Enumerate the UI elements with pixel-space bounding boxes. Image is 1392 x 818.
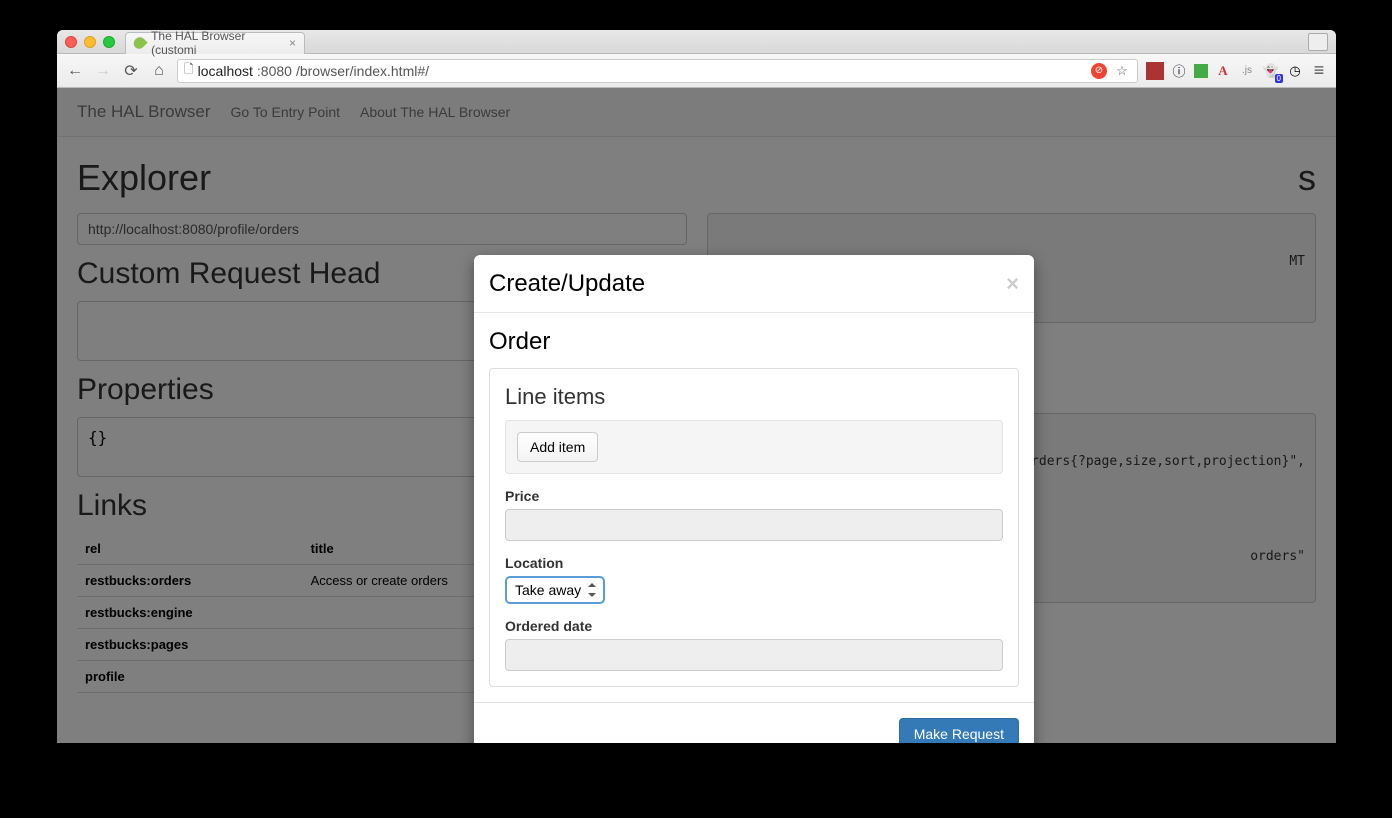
create-update-modal: Create/Update × Order Line items Add ite… (474, 255, 1034, 743)
location-label: Location (505, 555, 1003, 571)
ext-blocker-icon[interactable]: ⊘ (1091, 63, 1107, 79)
modal-subtitle: Order (489, 328, 1019, 356)
browser-window: The HAL Browser (customi × ← → ⟳ ⌂ 🗋 loc… (57, 30, 1336, 743)
add-item-button[interactable]: Add item (517, 432, 598, 462)
favorite-icon[interactable]: ☆ (1113, 62, 1131, 80)
minimize-window-icon[interactable] (84, 36, 96, 48)
ext-4-icon[interactable]: A (1214, 62, 1232, 80)
url-port: :8080 (257, 63, 292, 79)
url-path: /browser/index.html#/ (296, 63, 429, 79)
ext-7-icon[interactable]: ◷ (1286, 62, 1304, 80)
price-input[interactable] (505, 509, 1003, 541)
price-label: Price (505, 488, 1003, 504)
extensions: ⓘ A .js 👻0 ◷ ≡ (1146, 62, 1328, 80)
close-window-icon[interactable] (65, 36, 77, 48)
reload-icon[interactable]: ⟳ (121, 61, 141, 81)
close-tab-icon[interactable]: × (289, 36, 296, 50)
browser-tab[interactable]: The HAL Browser (customi × (125, 32, 305, 54)
location-select[interactable]: Take away (505, 576, 605, 604)
titlebar: The HAL Browser (customi × (57, 30, 1336, 54)
ext-3-icon[interactable] (1194, 64, 1208, 78)
ext-2-icon[interactable]: ⓘ (1170, 62, 1188, 80)
toolbar: ← → ⟳ ⌂ 🗋 localhost:8080/browser/index.h… (57, 54, 1336, 88)
window-controls (65, 36, 115, 48)
forward-icon: → (93, 61, 113, 81)
ordered-date-label: Ordered date (505, 618, 1003, 634)
maximize-window-icon[interactable] (103, 36, 115, 48)
home-icon[interactable]: ⌂ (149, 61, 169, 81)
url-bar[interactable]: 🗋 localhost:8080/browser/index.html#/ ⊘ … (177, 59, 1138, 83)
ext-5-icon[interactable]: .js (1238, 62, 1256, 80)
make-request-button[interactable]: Make Request (899, 718, 1019, 743)
favicon-icon (131, 35, 147, 51)
page-icon: 🗋 (184, 60, 194, 81)
ext-1-icon[interactable] (1146, 62, 1164, 80)
back-icon[interactable]: ← (65, 61, 85, 81)
profile-icon[interactable] (1308, 33, 1328, 51)
form-panel: Line items Add item Price Location Take … (489, 368, 1019, 687)
ext-6-icon[interactable]: 👻0 (1262, 62, 1280, 80)
ordered-date-input[interactable] (505, 639, 1003, 671)
modal-title: Create/Update (489, 270, 645, 298)
url-host: localhost (198, 63, 253, 79)
line-items-heading: Line items (505, 384, 1003, 410)
menu-icon[interactable]: ≡ (1310, 62, 1328, 80)
tab-title: The HAL Browser (customi (151, 30, 283, 57)
close-icon[interactable]: × (1006, 273, 1019, 295)
